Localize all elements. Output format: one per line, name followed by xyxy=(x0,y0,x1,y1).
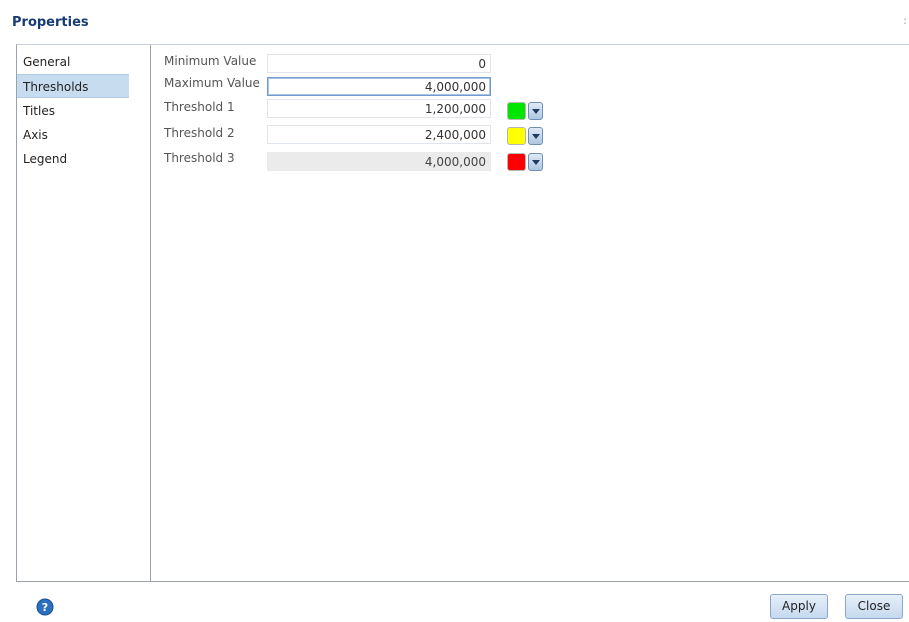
close-button[interactable]: Close xyxy=(845,594,903,619)
threshold-2-color-dropdown[interactable] xyxy=(528,127,543,145)
maximum-value-input[interactable] xyxy=(267,77,491,96)
properties-dialog: Properties : General Thresholds Titles A… xyxy=(0,0,909,622)
chevron-down-icon xyxy=(532,109,540,114)
threshold-2-input[interactable] xyxy=(267,125,491,144)
nav-item-axis[interactable]: Axis xyxy=(17,123,129,147)
chevron-down-icon xyxy=(532,134,540,139)
svg-text:?: ? xyxy=(42,601,48,614)
maximum-value-label: Maximum Value xyxy=(164,76,260,90)
threshold-2-color-swatch[interactable] xyxy=(507,127,526,145)
threshold-1-label: Threshold 1 xyxy=(164,100,235,114)
threshold-1-color-swatch[interactable] xyxy=(507,102,526,120)
nav-item-thresholds[interactable]: Thresholds xyxy=(17,74,129,98)
dialog-title: Properties xyxy=(12,15,89,30)
help-icon[interactable]: ? xyxy=(36,598,54,616)
apply-button[interactable]: Apply xyxy=(770,594,828,619)
threshold-1-color-dropdown[interactable] xyxy=(528,102,543,120)
threshold-3-color-dropdown[interactable] xyxy=(528,153,543,171)
nav-item-legend[interactable]: Legend xyxy=(17,147,129,171)
threshold-3-label: Threshold 3 xyxy=(164,151,235,165)
nav-item-titles[interactable]: Titles xyxy=(17,99,129,123)
threshold-2-label: Threshold 2 xyxy=(164,126,235,140)
nav-item-general[interactable]: General xyxy=(17,50,129,74)
dialog-close-icon[interactable]: : xyxy=(903,14,907,27)
minimum-value-input[interactable] xyxy=(267,54,491,73)
properties-panel: General Thresholds Titles Axis Legend Mi… xyxy=(16,44,909,582)
chevron-down-icon xyxy=(532,160,540,165)
properties-nav: General Thresholds Titles Axis Legend xyxy=(17,45,151,581)
threshold-1-input[interactable] xyxy=(267,99,491,118)
threshold-3-color-swatch[interactable] xyxy=(507,153,526,171)
minimum-value-label: Minimum Value xyxy=(164,54,257,68)
threshold-3-input xyxy=(267,152,491,171)
